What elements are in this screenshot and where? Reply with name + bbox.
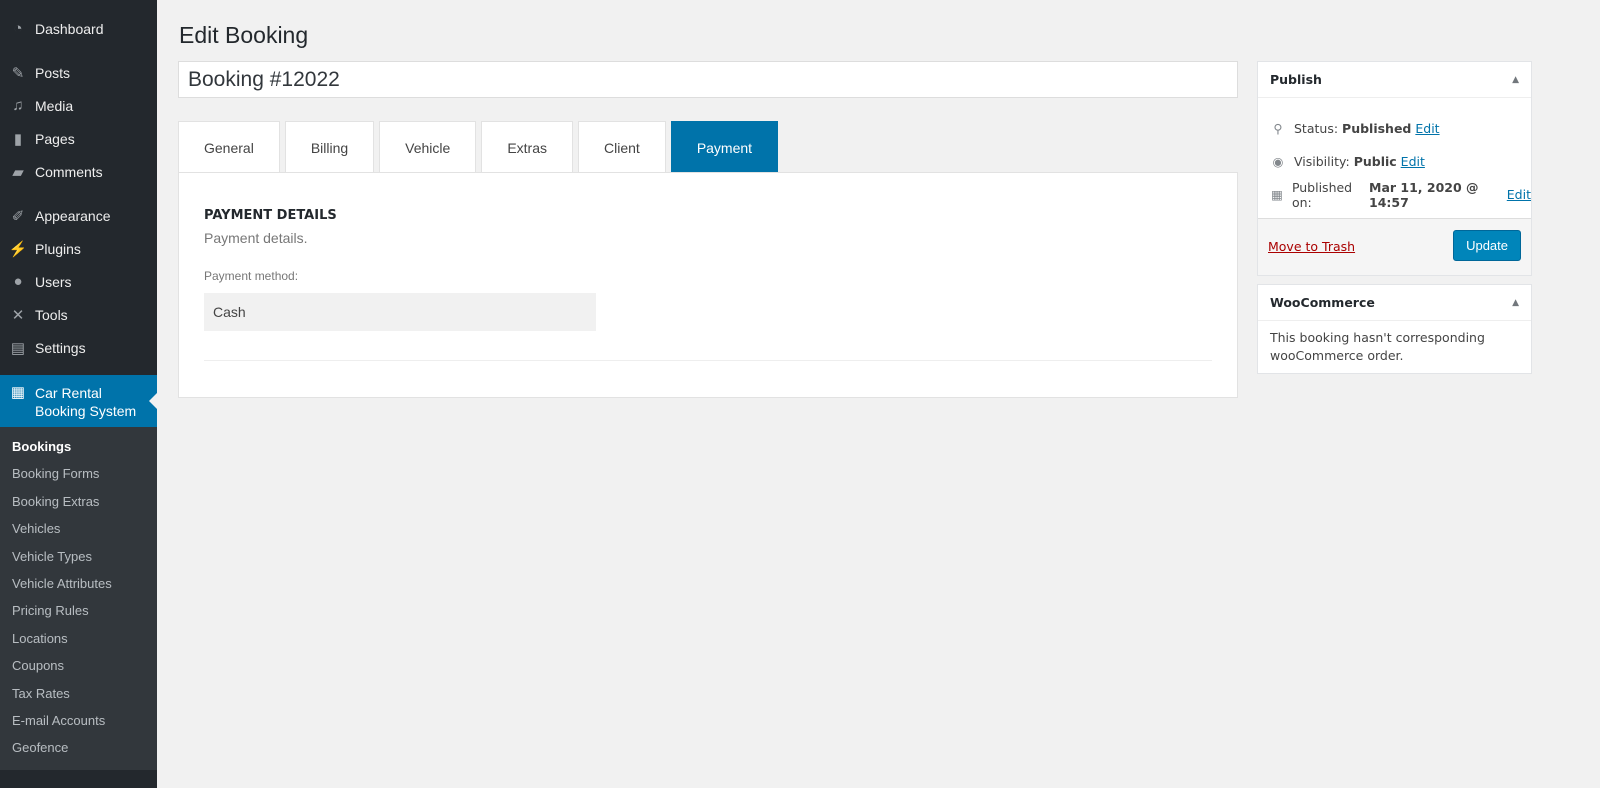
menu-label: Dashboard [35, 20, 104, 37]
status-row: ⚲ Status: Published Edit [1258, 112, 1531, 145]
menu-label: Comments [35, 163, 103, 180]
pin-icon: ✎ [11, 64, 25, 82]
section-heading: PAYMENT DETAILS [204, 208, 337, 223]
visibility-value: Public [1353, 154, 1397, 169]
published-row: ▦ Published on: Mar 11, 2020 @ 14:57 Edit [1258, 178, 1531, 211]
brush-icon: ✐ [11, 207, 25, 225]
menu-car-rental[interactable]: ▦ Car Rental Booking System [0, 375, 157, 427]
woocommerce-text: This booking hasn't corresponding wooCom… [1270, 330, 1485, 363]
settings-icon: ▤ [10, 339, 26, 357]
menu-media[interactable]: ♫ Media [0, 89, 157, 122]
payment-panel: PAYMENT DETAILS Payment details. Payment… [178, 172, 1238, 398]
menu-label: Users [35, 273, 72, 290]
menu-posts[interactable]: ✎ Posts [0, 56, 157, 89]
media-icon: ♫ [12, 97, 24, 114]
calendar-icon: ▦ [10, 384, 26, 401]
tab-client[interactable]: Client [578, 121, 666, 173]
published-label: Published on: [1291, 179, 1353, 210]
admin-sidebar: ◔ Dashboard ✎ Posts ♫ Media ▮ Pages ▰ Comment… [0, 0, 157, 788]
menu-label: Car Rental Booking System [35, 385, 137, 419]
visibility-row: ◉ Visibility: Public Edit [1258, 145, 1531, 178]
status-label: Status: [1294, 121, 1339, 136]
submenu-booking-extras[interactable]: Booking Extras [0, 488, 157, 515]
dashboard-icon: ◔ [13, 20, 23, 37]
plugin-icon: ⚡ [8, 240, 28, 258]
menu-label: Tools [35, 306, 68, 323]
submenu-geofence[interactable]: Geofence [0, 734, 157, 761]
submenu-pricing-rules[interactable]: Pricing Rules [0, 597, 157, 624]
tab-vehicle[interactable]: Vehicle [379, 121, 477, 173]
tab-general[interactable]: General [178, 121, 280, 173]
woocommerce-header[interactable]: WooCommerce ▲ [1258, 285, 1531, 321]
move-to-trash-link[interactable]: Move to Trash [1268, 239, 1355, 254]
pin-icon: ⚲ [1273, 121, 1283, 136]
menu-users[interactable]: ● Users [0, 265, 157, 298]
menu-label: Pages [35, 130, 75, 147]
published-value: Mar 11, 2020 @ 14:57 [1369, 179, 1479, 210]
tab-extras[interactable]: Extras [481, 121, 574, 173]
pages-icon: ▮ [13, 130, 23, 148]
menu-label: Posts [35, 64, 71, 81]
woocommerce-title: WooCommerce [1270, 295, 1375, 310]
submenu-vehicle-types[interactable]: Vehicle Types [0, 543, 157, 570]
wrench-icon: ✕ [11, 306, 25, 324]
submenu-email-accounts[interactable]: E-mail Accounts [0, 707, 157, 734]
menu-dashboard[interactable]: ◔ Dashboard [0, 12, 157, 45]
woocommerce-box: WooCommerce ▲ This booking hasn't corresp… [1257, 284, 1532, 374]
status-value: Published [1342, 121, 1412, 136]
edit-visibility-link[interactable]: Edit [1401, 154, 1425, 169]
submenu: Bookings Booking Forms Booking Extras Ve… [0, 427, 157, 770]
submenu-tax-rates[interactable]: Tax Rates [0, 680, 157, 707]
section-description: Payment details. [204, 230, 308, 246]
submenu-bookings[interactable]: Bookings [0, 433, 157, 460]
comment-icon: ▰ [12, 163, 24, 181]
publish-box: Publish ▲ ⚲ Status: Published Edit ◉ Visibi… [1257, 61, 1532, 276]
menu-settings[interactable]: ▤ Settings [0, 331, 157, 364]
update-button[interactable]: Update [1453, 230, 1521, 261]
user-icon: ● [13, 273, 23, 290]
edit-date-link[interactable]: Edit [1507, 187, 1531, 202]
menu-label: Plugins [35, 240, 81, 257]
menu-label: Settings [35, 339, 86, 356]
payment-method-value: Cash [204, 293, 596, 331]
menu-tools[interactable]: ✕ Tools [0, 298, 157, 331]
submenu-vehicle-attributes[interactable]: Vehicle Attributes [0, 570, 157, 597]
page-title: Edit Booking [179, 22, 309, 48]
divider [204, 360, 1212, 361]
menu-label: Media [35, 97, 74, 114]
calendar-icon: ▦ [1271, 187, 1283, 202]
submenu-locations[interactable]: Locations [0, 625, 157, 652]
edit-status-link[interactable]: Edit [1415, 121, 1439, 136]
tab-payment[interactable]: Payment [670, 121, 779, 173]
menu-label: Appearance [35, 207, 111, 224]
publish-actions: Move to Trash Update [1258, 218, 1531, 275]
menu-plugins[interactable]: ⚡ Plugins [0, 232, 157, 265]
title-input[interactable]: Booking #12022 [178, 61, 1238, 98]
menu-pages[interactable]: ▮ Pages [0, 122, 157, 155]
submenu-vehicles[interactable]: Vehicles [0, 515, 157, 542]
eye-icon: ◉ [1272, 154, 1284, 169]
menu-comments[interactable]: ▰ Comments [0, 155, 157, 188]
tab-bar: General Billing Vehicle Extras Client Pa… [178, 121, 783, 173]
payment-method-label: Payment method: [204, 269, 299, 283]
menu-appearance[interactable]: ✐ Appearance [0, 199, 157, 232]
tab-billing[interactable]: Billing [284, 121, 375, 173]
collapse-icon[interactable]: ▲ [1512, 62, 1519, 98]
visibility-label: Visibility: [1294, 154, 1350, 169]
submenu-booking-forms[interactable]: Booking Forms [0, 460, 157, 487]
submenu-coupons[interactable]: Coupons [0, 652, 157, 679]
publish-title: Publish [1270, 72, 1322, 87]
publish-header[interactable]: Publish ▲ [1258, 62, 1531, 98]
collapse-icon[interactable]: ▲ [1512, 285, 1519, 321]
